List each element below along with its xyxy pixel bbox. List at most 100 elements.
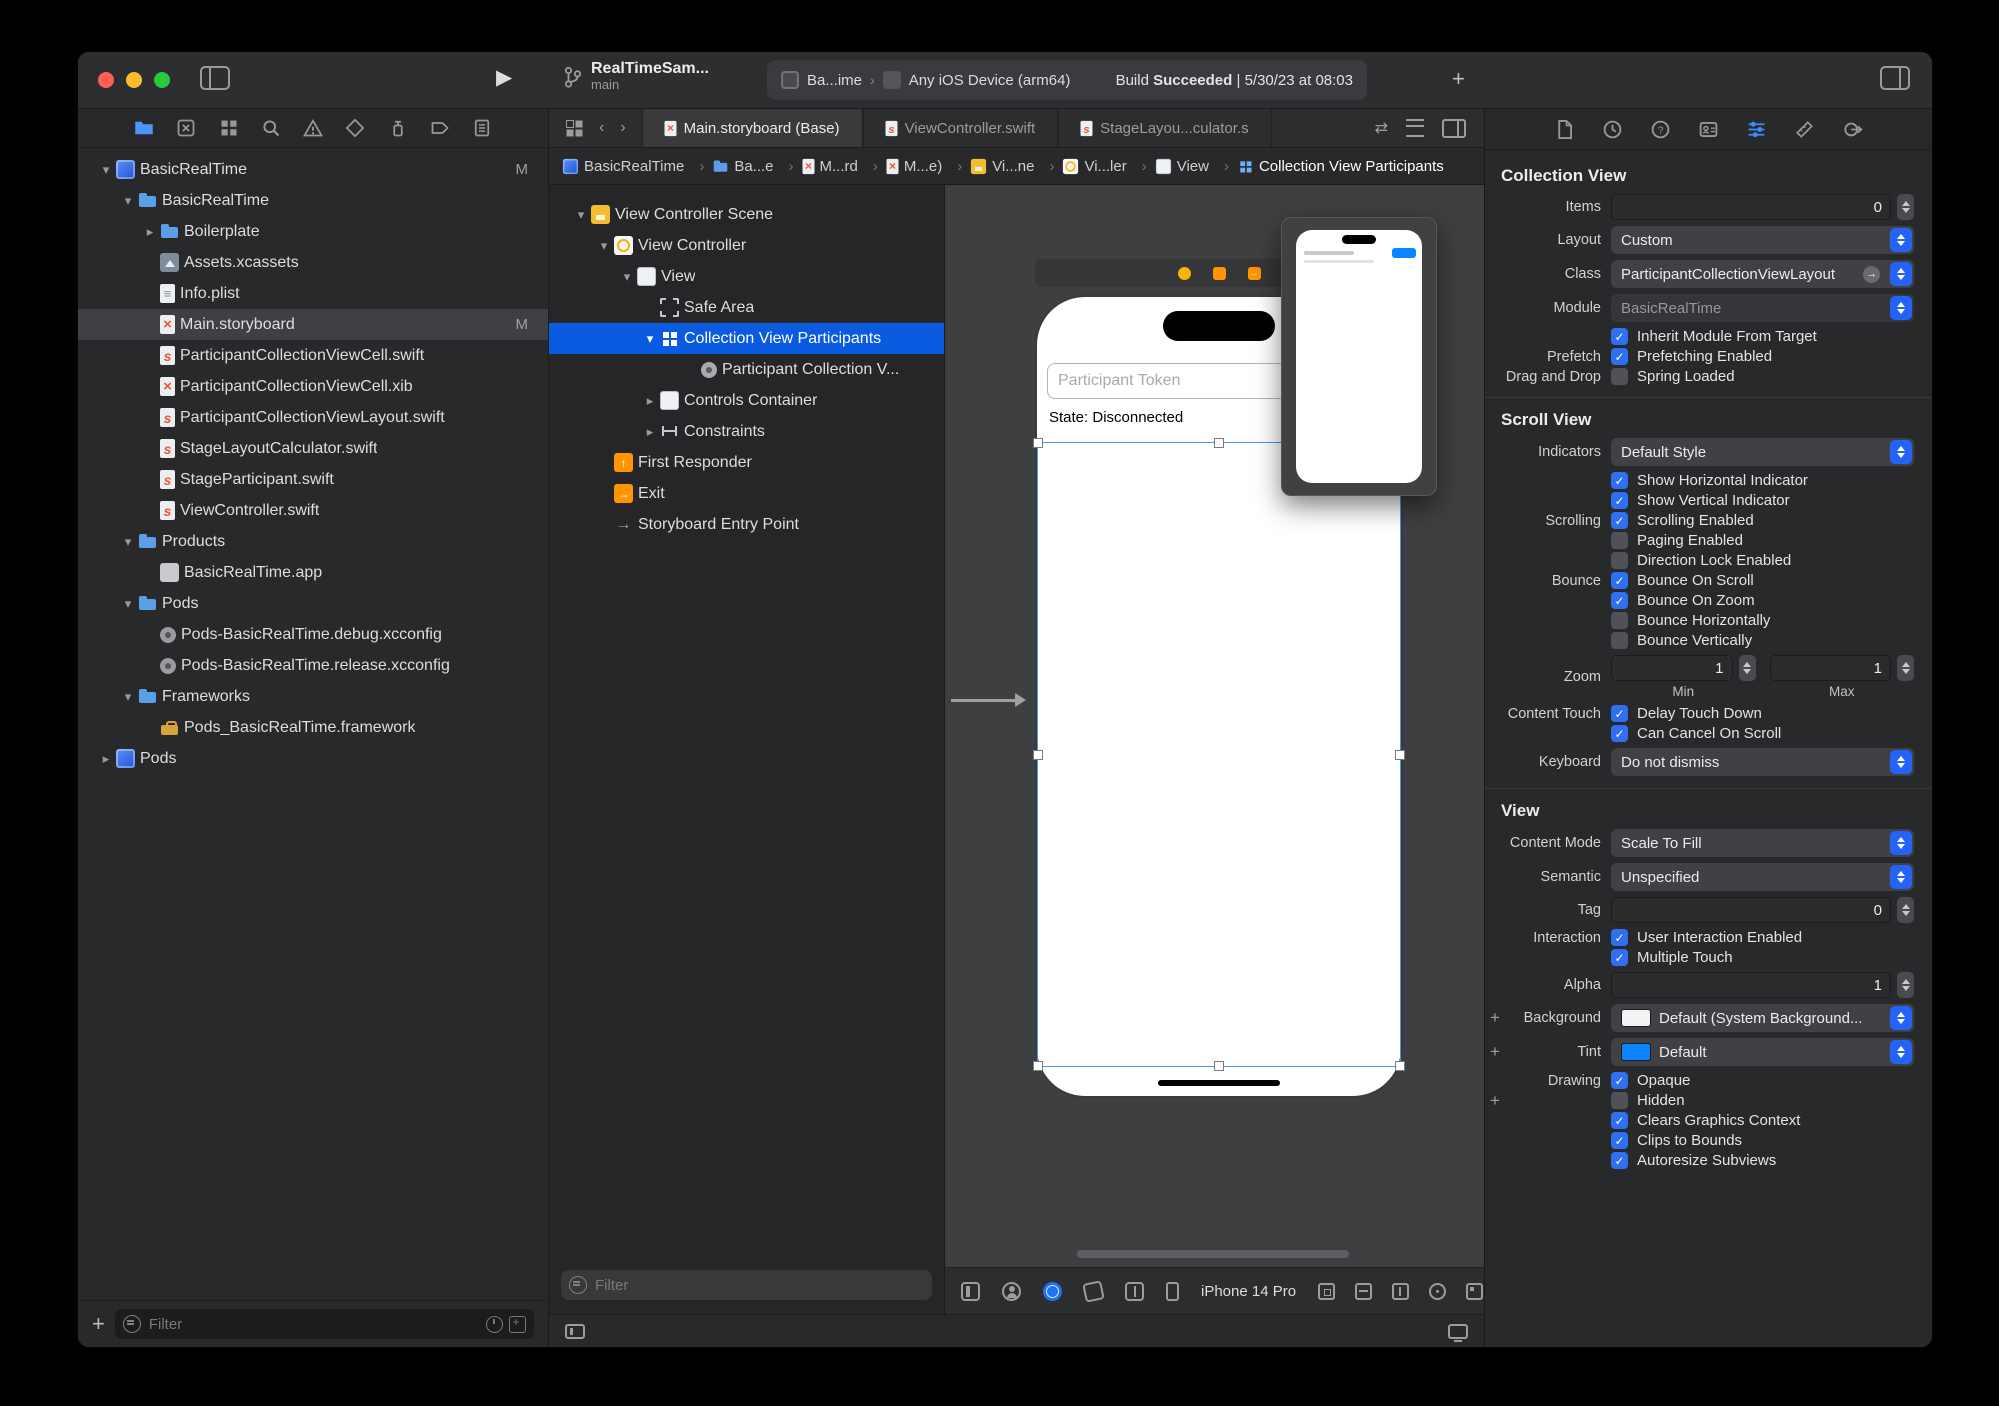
recent-files-icon[interactable] xyxy=(486,1315,503,1333)
history-inspector-icon[interactable] xyxy=(1602,119,1623,140)
zoom-max-stepper[interactable] xyxy=(1897,655,1914,681)
outline-row[interactable]: View xyxy=(549,261,944,292)
disclosure-chevron[interactable] xyxy=(594,238,614,254)
debug-navigator-icon[interactable] xyxy=(388,118,408,138)
related-items-icon[interactable] xyxy=(565,119,583,137)
adapt-variant-icon[interactable] xyxy=(1125,1281,1144,1301)
destination-name[interactable]: Any iOS Device (arm64) xyxy=(909,72,1071,89)
tint-dropdown[interactable]: Default xyxy=(1611,1038,1914,1066)
display-settings-icon[interactable] xyxy=(1448,1323,1468,1342)
items-stepper[interactable] xyxy=(1897,194,1914,220)
resize-handle[interactable] xyxy=(1395,1061,1405,1071)
new-tab-button[interactable]: + xyxy=(1452,68,1465,90)
editor-tab[interactable]: Main.storyboard (Base) xyxy=(641,109,863,147)
breadcrumb-item[interactable]: Collection View Participants › xyxy=(1238,157,1444,176)
prefetching-checkbox[interactable]: ✓ xyxy=(1611,348,1628,365)
disclosure-chevron[interactable] xyxy=(118,193,138,209)
outline-row[interactable]: Collection View Participants xyxy=(549,323,944,354)
file-row[interactable]: Assets.xcassets xyxy=(78,247,548,278)
semantic-dropdown[interactable]: Unspecified xyxy=(1611,863,1914,891)
resolve-autolayout-icon[interactable] xyxy=(1429,1282,1447,1300)
scheme-name[interactable]: Ba...ime xyxy=(807,72,862,89)
disclosure-chevron[interactable] xyxy=(96,162,116,178)
add-file-button[interactable]: + xyxy=(92,1311,105,1337)
inherit-module-checkbox[interactable]: ✓ xyxy=(1611,328,1628,345)
add-variation-button[interactable]: + xyxy=(1490,1091,1500,1111)
outline-row[interactable]: Constraints xyxy=(549,416,944,447)
close-window-button[interactable] xyxy=(98,72,114,88)
bounce-on-scroll-checkbox[interactable]: ✓ xyxy=(1611,572,1628,589)
resize-handle[interactable] xyxy=(1033,1061,1043,1071)
clears-graphics-checkbox[interactable]: ✓ xyxy=(1611,1112,1628,1129)
disclosure-chevron[interactable] xyxy=(640,424,660,440)
device-name[interactable]: iPhone 14 Pro xyxy=(1201,1283,1296,1300)
tag-field[interactable]: 0 xyxy=(1611,897,1891,923)
show-horizontal-checkbox[interactable]: ✓ xyxy=(1611,472,1628,489)
can-cancel-checkbox[interactable]: ✓ xyxy=(1611,725,1628,742)
scrolling-enabled-checkbox[interactable]: ✓ xyxy=(1611,512,1628,529)
localization-icon[interactable] xyxy=(1043,1281,1062,1301)
zoom-window-button[interactable] xyxy=(154,72,170,88)
outline-row[interactable]: Safe Area xyxy=(549,292,944,323)
disclosure-chevron[interactable] xyxy=(571,207,591,223)
first-responder-icon[interactable] xyxy=(1212,266,1226,280)
background-dropdown[interactable]: Default (System Background... xyxy=(1611,1004,1914,1032)
align-icon[interactable] xyxy=(1355,1282,1373,1300)
file-row[interactable]: StageLayoutCalculator.swift xyxy=(78,433,548,464)
file-row[interactable]: ParticipantCollectionViewCell.swift xyxy=(78,340,548,371)
file-row[interactable]: Frameworks xyxy=(78,681,548,712)
orientation-icon[interactable] xyxy=(1082,1279,1105,1303)
source-control-status-icon[interactable] xyxy=(509,1315,526,1333)
zoom-max-field[interactable]: 1 xyxy=(1769,655,1891,681)
connections-inspector-icon[interactable] xyxy=(1842,119,1863,140)
breadcrumb-item[interactable]: M...rd › xyxy=(802,157,887,176)
show-vertical-checkbox[interactable]: ✓ xyxy=(1611,492,1628,509)
file-row[interactable]: Info.plist xyxy=(78,278,548,309)
storyboard-entry-arrow[interactable] xyxy=(951,693,1026,707)
outline-row[interactable]: Storyboard Entry Point xyxy=(549,509,944,540)
keyboard-dismiss-dropdown[interactable]: Do not dismiss xyxy=(1611,748,1914,776)
file-row[interactable]: BasicRealTime M xyxy=(78,154,548,185)
autoresize-subviews-checkbox[interactable]: ✓ xyxy=(1611,1152,1628,1169)
opaque-checkbox[interactable]: ✓ xyxy=(1611,1072,1628,1089)
adjust-editor-icon[interactable] xyxy=(1406,119,1424,137)
toggle-outline-icon[interactable] xyxy=(565,1323,585,1339)
outline-row[interactable]: Participant Collection V... xyxy=(549,354,944,385)
breadcrumb-item[interactable]: Vi...ler › xyxy=(1063,157,1155,176)
add-editor-icon[interactable] xyxy=(1442,118,1466,138)
minimize-window-button[interactable] xyxy=(126,72,142,88)
add-variation-button[interactable]: + xyxy=(1490,1042,1500,1062)
size-inspector-icon[interactable] xyxy=(1794,119,1815,140)
indicator-style-dropdown[interactable]: Default Style xyxy=(1611,438,1914,466)
add-constraints-icon[interactable] xyxy=(1392,1282,1410,1300)
view-as-icon[interactable] xyxy=(961,1281,980,1301)
resize-handle[interactable] xyxy=(1033,438,1043,448)
storyboard-canvas[interactable]: → Participant Token State: Disconnected xyxy=(945,185,1484,1314)
file-row[interactable]: Pods-BasicRealTime.release.xcconfig xyxy=(78,650,548,681)
file-row[interactable]: ViewController.swift xyxy=(78,495,548,526)
resize-handle[interactable] xyxy=(1033,749,1043,760)
paging-enabled-checkbox[interactable]: ✓ xyxy=(1611,532,1628,549)
horizontal-scrollbar[interactable] xyxy=(1077,1250,1349,1258)
outline-row[interactable]: View Controller Scene xyxy=(549,199,944,230)
source-control-navigator-icon[interactable] xyxy=(176,118,196,138)
quick-help-inspector-icon[interactable]: ? xyxy=(1650,119,1671,140)
disclosure-chevron[interactable] xyxy=(640,331,660,347)
file-row[interactable]: Pods_BasicRealTime.framework xyxy=(78,712,548,743)
bounce-horizontally-checkbox[interactable]: ✓ xyxy=(1611,612,1628,629)
attributes-inspector-icon[interactable] xyxy=(1746,119,1767,140)
file-row[interactable]: BasicRealTime xyxy=(78,185,548,216)
navigator-filter-input[interactable] xyxy=(146,1314,480,1334)
file-row[interactable]: Pods-BasicRealTime.debug.xcconfig xyxy=(78,619,548,650)
spring-loaded-checkbox[interactable]: ✓ xyxy=(1611,368,1628,385)
file-inspector-icon[interactable] xyxy=(1554,119,1575,140)
scheme-block[interactable]: RealTimeSam... main xyxy=(564,60,709,93)
outline-row[interactable]: Controls Container xyxy=(549,385,944,416)
toggle-navigator-icon[interactable] xyxy=(200,66,230,90)
resize-handle[interactable] xyxy=(1214,438,1224,448)
accessibility-icon[interactable] xyxy=(1002,1281,1021,1301)
device-icon[interactable] xyxy=(1166,1281,1179,1301)
file-row[interactable]: Pods xyxy=(78,743,548,774)
file-row[interactable]: StageParticipant.swift xyxy=(78,464,548,495)
disclosure-chevron[interactable] xyxy=(96,751,116,767)
